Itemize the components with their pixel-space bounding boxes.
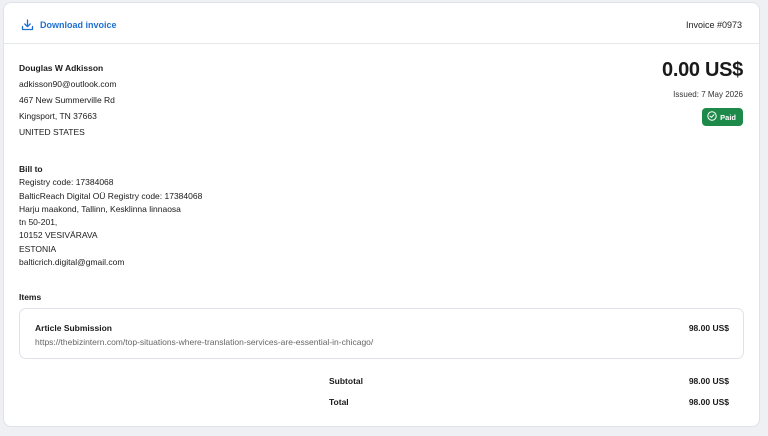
seller-country: UNITED STATES [19,127,85,137]
download-invoice-label: Download invoice [40,20,117,30]
invoice-card: Download invoice Invoice #0973 Douglas W… [3,2,760,427]
total-row: Total 98.00 US$ [329,397,729,407]
download-invoice-button[interactable]: Download invoice [21,19,117,31]
seller-info: Douglas W Adkisson adkisson90@outlook.co… [19,60,116,140]
subtotal-label: Subtotal [329,376,363,386]
bill-to-line: BalticReach Digital OÜ Registry code: 17… [19,190,203,201]
bill-to-line: Harju maakond, Tallinn, Kesklinna linnao… [19,203,181,214]
items-heading: Items [19,292,42,302]
issued-date: Issued: 7 May 2026 [673,90,743,99]
bill-to-line: 10152 VESIVÄRAVA [19,230,98,241]
invoice-amount: 0.00 US$ [662,59,743,81]
seller-address-line1: 467 New Summerville Rd [19,95,115,105]
seller-name: Douglas W Adkisson [19,63,104,73]
bill-to-heading: Bill to [19,164,43,174]
check-circle-icon [707,111,717,123]
subtotal-value: 98.00 US$ [688,376,729,386]
item-url: https://thebizintern.com/top-situations-… [35,337,374,347]
seller-email: adkisson90@outlook.com [19,79,117,89]
item-price: 98.00 US$ [688,323,729,333]
total-label: Total [329,397,349,407]
total-value: 98.00 US$ [688,397,729,407]
status-badge: Paid [702,108,743,126]
download-icon [21,19,34,31]
bill-to-section: Bill to Registry code: 17384068 BalticRe… [19,163,202,269]
subtotal-row: Subtotal 98.00 US$ [329,376,729,386]
list-item: Article Submission https://thebizintern.… [19,308,744,359]
bill-to-line: ESTONIA [19,243,57,254]
bill-to-line: tn 50-201, [19,217,58,228]
bill-to-email: balticrich.digital@gmail.com [19,257,125,268]
seller-address-line2: Kingsport, TN 37663 [19,111,97,121]
invoice-number: Invoice #0973 [685,20,742,30]
item-title: Article Submission [35,323,112,333]
invoice-header: Download invoice Invoice #0973 [4,3,759,44]
bill-to-line: Registry code: 17384068 [19,177,114,188]
status-label: Paid [720,112,736,122]
